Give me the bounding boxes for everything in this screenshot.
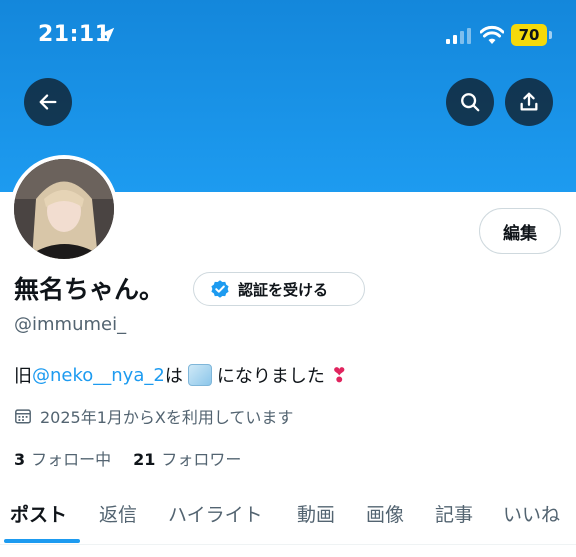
arrow-left-icon	[39, 94, 57, 110]
tab-highlights[interactable]: ハイライト	[168, 490, 263, 536]
bio-middle: は	[164, 366, 183, 387]
wifi-icon	[480, 25, 504, 44]
bio-mention-link[interactable]: @neko__nya_2	[32, 365, 165, 386]
follow-stats: 3 フォロー中 21 フォロワー	[14, 446, 241, 470]
tabs-divider	[0, 544, 576, 545]
verify-label: 認証を受ける	[238, 280, 329, 299]
join-date-text: 2025年1月からXを利用しています	[40, 408, 294, 427]
edit-profile-button[interactable]: 編集	[479, 208, 561, 254]
tab-replies[interactable]: 返信	[99, 490, 137, 536]
avatar-photo	[14, 159, 114, 259]
battery-cap	[549, 31, 552, 39]
search-button[interactable]	[446, 78, 494, 126]
battery-indicator: 70	[511, 24, 547, 46]
active-tab-indicator	[4, 539, 80, 543]
share-icon	[520, 92, 538, 111]
profile-tabs: ポスト 返信 ハイライト 動画 画像 記事 いいね	[0, 490, 576, 544]
tab-images[interactable]: 画像	[366, 490, 404, 536]
share-button[interactable]	[505, 78, 553, 126]
tab-likes[interactable]: いいね	[503, 490, 560, 536]
back-button[interactable]	[24, 78, 72, 126]
bio-prefix: 旧	[14, 366, 32, 387]
search-icon	[461, 93, 480, 112]
following-link[interactable]: 3 フォロー中	[14, 446, 111, 470]
followers-link[interactable]: 21 フォロワー	[133, 446, 241, 470]
user-handle: @immumei_	[14, 314, 127, 335]
avatar[interactable]	[10, 155, 118, 263]
cellular-signal-icon	[446, 28, 471, 44]
followers-label: フォロワー	[161, 450, 242, 469]
calendar-icon	[15, 409, 31, 424]
following-count: 3	[14, 450, 26, 469]
bio-suffix: になりました	[216, 366, 325, 387]
red-exclamation-heart-icon: ❣	[330, 363, 348, 387]
tab-videos[interactable]: 動画	[297, 490, 335, 536]
display-name: 無名ちゃん。	[14, 275, 165, 304]
verified-badge-icon	[211, 280, 229, 298]
following-label: フォロー中	[31, 450, 112, 469]
tab-articles[interactable]: 記事	[435, 490, 473, 536]
tab-posts[interactable]: ポスト	[10, 490, 67, 536]
ice-cube-emoji-icon	[187, 364, 212, 386]
bio: 旧 @neko__nya_2 は になりました ❣	[14, 362, 348, 388]
location-arrow-icon	[99, 27, 115, 43]
get-verified-button[interactable]: 認証を受ける	[193, 272, 365, 306]
join-date: 2025年1月からXを利用しています	[14, 404, 293, 428]
followers-count: 21	[133, 450, 156, 469]
